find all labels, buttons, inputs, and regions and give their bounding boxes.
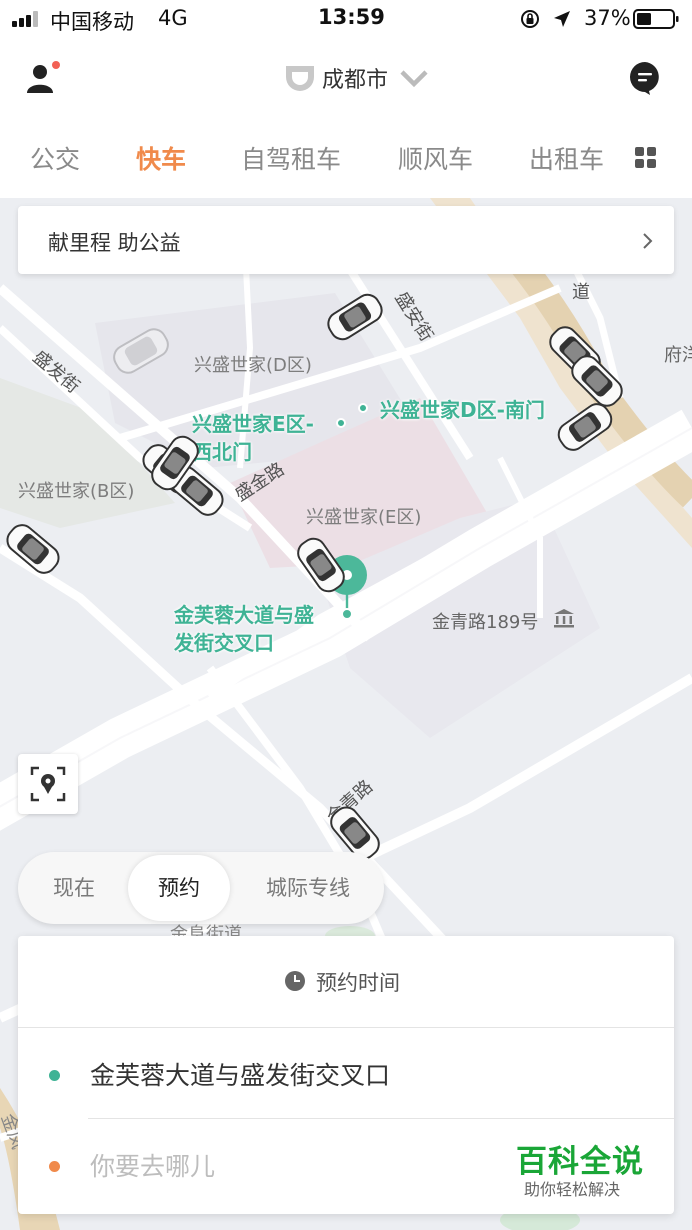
watermark-title: 百科全说 xyxy=(516,1144,644,1180)
ride-mode-tabs: 现在 预约 城际专线 xyxy=(18,852,384,924)
destination-placeholder: 你要去哪儿 xyxy=(90,1152,216,1181)
clock-icon xyxy=(285,971,305,991)
mode-reserve[interactable]: 预约 xyxy=(128,855,230,921)
poi-e-gate[interactable]: 兴盛世家E区- 西北门 xyxy=(192,410,314,466)
location-arrow-icon xyxy=(554,11,570,27)
status-time: 13:59 xyxy=(318,5,385,29)
chevron-right-icon xyxy=(643,233,653,249)
message-icon[interactable] xyxy=(628,60,662,96)
mode-now[interactable]: 现在 xyxy=(18,852,130,924)
area-label: 兴盛世家(E区) xyxy=(306,507,422,528)
tab-express[interactable]: 快车 xyxy=(136,140,186,176)
city-name: 成都市 xyxy=(322,68,389,93)
reserve-time-label: 预约时间 xyxy=(316,971,400,995)
tab-bus[interactable]: 公交 xyxy=(30,140,80,176)
road-label: 道 xyxy=(572,282,590,303)
locate-icon xyxy=(30,766,66,802)
app-header: 成都市 xyxy=(0,38,692,120)
network-type: 4G xyxy=(158,6,188,30)
banner-text: 献里程 助公益 xyxy=(48,231,181,255)
battery-icon xyxy=(633,9,679,29)
area-label: 金青路189号 xyxy=(432,612,539,633)
grid-icon[interactable] xyxy=(624,136,668,180)
poi-pickup[interactable]: 金芙蓉大道与盛 发街交叉口 xyxy=(174,601,314,657)
signal-icon xyxy=(12,11,44,27)
status-bar: 中国移动 4G 13:59 37% xyxy=(0,0,692,38)
city-selector[interactable]: 成都市 xyxy=(282,60,432,96)
lock-rotation-icon xyxy=(521,10,539,28)
tab-hitch[interactable]: 顺风车 xyxy=(398,140,473,176)
pickup-dot xyxy=(49,1070,60,1081)
reserve-time-selector[interactable]: 预约时间 xyxy=(18,936,674,1028)
user-icon[interactable] xyxy=(22,58,64,100)
charity-banner[interactable]: 献里程 助公益 xyxy=(18,206,674,274)
service-tabs: 公交 快车 自驾租车 顺风车 出租车 xyxy=(0,120,692,198)
poi-dot xyxy=(358,403,368,413)
area-label: 兴盛世家(D区) xyxy=(194,355,312,376)
area-label: 府洋 xyxy=(664,345,692,366)
tab-taxi[interactable]: 出租车 xyxy=(529,140,604,176)
mode-intercity[interactable]: 城际专线 xyxy=(236,852,380,924)
chevron-down-icon xyxy=(400,70,428,88)
museum-icon xyxy=(554,609,574,628)
pickup-field[interactable]: 金芙蓉大道与盛发街交叉口 xyxy=(18,1028,674,1120)
tab-car-rental[interactable]: 自驾租车 xyxy=(241,140,341,176)
poi-dot xyxy=(336,418,346,428)
didi-logo-icon xyxy=(286,66,314,91)
battery-percent: 37% xyxy=(584,6,631,30)
area-label: 兴盛世家(B区) xyxy=(18,481,135,502)
destination-dot xyxy=(49,1161,60,1172)
watermark-subtitle: 助你轻松解决 xyxy=(524,1180,621,1199)
locate-button[interactable] xyxy=(18,754,78,814)
poi-d-gate[interactable]: 兴盛世家D区-南门 xyxy=(380,396,545,424)
pickup-address: 金芙蓉大道与盛发街交叉口 xyxy=(90,1061,391,1090)
carrier-name: 中国移动 xyxy=(50,10,134,34)
